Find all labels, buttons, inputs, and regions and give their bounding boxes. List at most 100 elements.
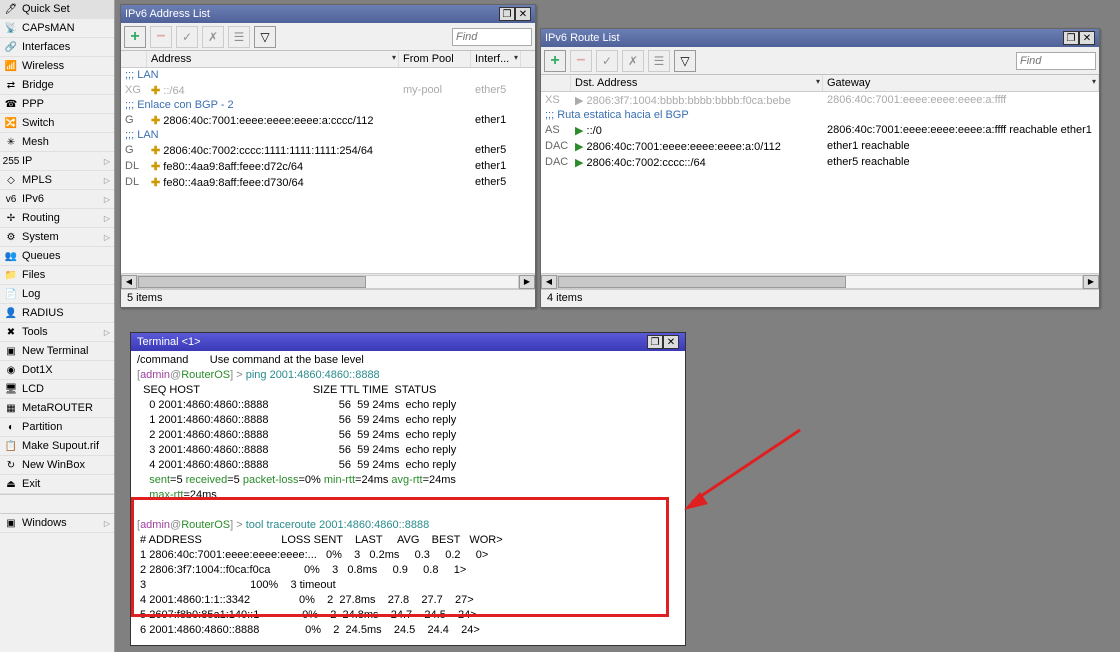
sidebar-item[interactable]: ☎PPP — [0, 95, 114, 114]
address-row[interactable]: DL✚ fe80::4aa9:8aff:feee:d730/64ether5 — [121, 174, 535, 190]
find-input[interactable] — [452, 28, 532, 46]
sidebar-item[interactable]: ▦MetaROUTER — [0, 399, 114, 418]
close-button[interactable]: ✕ — [663, 335, 679, 349]
row-comment: ;;; Ruta estatica hacia el BGP — [541, 108, 1099, 122]
ipv6-route-list-window: IPv6 Route List ❐ ✕ + − ✓ ✗ ☰ ▽ Dst. Add… — [540, 28, 1100, 308]
sidebar-item[interactable]: 👤RADIUS — [0, 304, 114, 323]
sidebar-label: Tools — [22, 326, 104, 338]
sidebar-item[interactable]: 📶Wireless — [0, 57, 114, 76]
sidebar-item[interactable]: ✢Routing▷ — [0, 209, 114, 228]
row-comment: ;;; LAN — [121, 128, 535, 142]
sidebar-item[interactable]: 📁Files — [0, 266, 114, 285]
sidebar-item[interactable]: ◇MPLS▷ — [0, 171, 114, 190]
row-comment: ;;; Enlace con BGP - 2 — [121, 98, 535, 112]
comment-button[interactable]: ☰ — [228, 26, 250, 48]
enable-button[interactable]: ✓ — [176, 26, 198, 48]
sidebar-icon: ⏏ — [4, 477, 18, 491]
arrow-annotation — [680, 420, 810, 520]
close-button[interactable]: ✕ — [1079, 31, 1095, 45]
address-row[interactable]: XG✚ ::/64my-poolether5 — [121, 82, 535, 98]
add-button[interactable]: + — [124, 26, 146, 48]
sidebar-label: LCD — [22, 383, 110, 395]
flag-cell: DAC — [541, 155, 571, 169]
route-row[interactable]: DAC▶ 2806:40c:7001:eeee:eeee:eeee:a:0/11… — [541, 138, 1099, 154]
sidebar-item[interactable]: ◉Dot1X — [0, 361, 114, 380]
sidebar-icon: 🖊 — [4, 2, 18, 16]
sidebar-item[interactable]: ▣New Terminal — [0, 342, 114, 361]
sidebar-icon: 🔀 — [4, 116, 18, 130]
sidebar-item[interactable]: 👥Queues — [0, 247, 114, 266]
sidebar-label: Queues — [22, 250, 110, 262]
pool-cell — [399, 149, 471, 151]
toolbar: + − ✓ ✗ ☰ ▽ — [121, 23, 535, 51]
gateway-cell: 2806:40c:7001:eeee:eeee:eeee:a:ffff — [823, 93, 1099, 107]
sidebar-item[interactable]: 📋Make Supout.rif — [0, 437, 114, 456]
sidebar-item[interactable]: 📄Log — [0, 285, 114, 304]
titlebar[interactable]: Terminal <1> ❐ ✕ — [131, 333, 685, 351]
sidebar-item[interactable]: ⇄Bridge — [0, 76, 114, 95]
col-address[interactable]: Address — [147, 51, 399, 67]
iface-cell: ether5 — [471, 143, 521, 157]
sidebar-item[interactable]: 🔗Interfaces — [0, 38, 114, 57]
restore-button[interactable]: ❐ — [499, 7, 515, 21]
route-row[interactable]: AS▶ ::/02806:40c:7001:eeee:eeee:eeee:a:f… — [541, 122, 1099, 138]
enable-button[interactable]: ✓ — [596, 50, 618, 72]
sidebar-label: IPv6 — [22, 193, 104, 205]
sidebar-item[interactable]: 255IP▷ — [0, 152, 114, 171]
plus-icon: ✚ — [151, 161, 160, 173]
sidebar-item[interactable]: 🖊Quick Set — [0, 0, 114, 19]
restore-button[interactable]: ❐ — [647, 335, 663, 349]
close-button[interactable]: ✕ — [515, 7, 531, 21]
sidebar-item[interactable]: 🔀Switch — [0, 114, 114, 133]
sidebar-label: Mesh — [22, 136, 110, 148]
route-grid[interactable]: Dst. Address Gateway XS▶ 2806:3f7:1004:b… — [541, 75, 1099, 273]
sidebar-item[interactable]: 🖥LCD — [0, 380, 114, 399]
sidebar-label: Wireless — [22, 60, 110, 72]
hscrollbar[interactable]: ◀▶ — [121, 273, 535, 289]
col-flags[interactable] — [121, 51, 147, 67]
disable-button[interactable]: ✗ — [202, 26, 224, 48]
sidebar-windows[interactable]: ▣ Windows ▷ — [0, 514, 114, 533]
address-row[interactable]: G✚ 2806:40c:7001:eeee:eeee:eeee:a:cccc/1… — [121, 112, 535, 128]
col-interface[interactable]: Interf... — [471, 51, 521, 67]
col-dst[interactable]: Dst. Address — [571, 75, 823, 91]
address-cell: ✚ fe80::4aa9:8aff:feee:d730/64 — [147, 175, 399, 190]
restore-button[interactable]: ❐ — [1063, 31, 1079, 45]
flag-cell: DL — [121, 175, 147, 189]
pool-cell — [399, 181, 471, 183]
route-row[interactable]: DAC▶ 2806:40c:7002:cccc::/64ether5 reach… — [541, 154, 1099, 170]
chevron-right-icon: ▷ — [104, 176, 110, 185]
disable-button[interactable]: ✗ — [622, 50, 644, 72]
remove-button[interactable]: − — [150, 26, 172, 48]
highlight-box — [131, 497, 669, 617]
remove-button[interactable]: − — [570, 50, 592, 72]
terminal-output[interactable]: /command Use command at the base level [… — [131, 351, 685, 645]
col-gateway[interactable]: Gateway — [823, 75, 1099, 91]
sidebar-item[interactable]: ◐Partition — [0, 418, 114, 437]
filter-button[interactable]: ▽ — [674, 50, 696, 72]
sidebar-item[interactable]: 📡CAPsMAN — [0, 19, 114, 38]
comment-button[interactable]: ☰ — [648, 50, 670, 72]
sidebar-label: Bridge — [22, 79, 110, 91]
sidebar-item[interactable]: ✖Tools▷ — [0, 323, 114, 342]
sidebar-item[interactable]: ⚙System▷ — [0, 228, 114, 247]
add-button[interactable]: + — [544, 50, 566, 72]
titlebar[interactable]: IPv6 Address List ❐ ✕ — [121, 5, 535, 23]
sidebar-item[interactable]: v6IPv6▷ — [0, 190, 114, 209]
hscrollbar[interactable]: ◀▶ — [541, 273, 1099, 289]
route-icon: ▶ — [575, 141, 583, 153]
col-from-pool[interactable]: From Pool — [399, 51, 471, 67]
titlebar[interactable]: IPv6 Route List ❐ ✕ — [541, 29, 1099, 47]
route-row[interactable]: XS▶ 2806:3f7:1004:bbbb:bbbb:bbbb:f0ca:be… — [541, 92, 1099, 108]
col-flags[interactable] — [541, 75, 571, 91]
sidebar-label: New WinBox — [22, 459, 110, 471]
sidebar-icon: 📡 — [4, 21, 18, 35]
sidebar-item[interactable]: ↻New WinBox — [0, 456, 114, 475]
address-grid[interactable]: Address From Pool Interf... ;;; LAN XG✚ :… — [121, 51, 535, 273]
filter-button[interactable]: ▽ — [254, 26, 276, 48]
sidebar-item[interactable]: ✳Mesh — [0, 133, 114, 152]
address-row[interactable]: G✚ 2806:40c:7002:cccc:1111:1111:1111:254… — [121, 142, 535, 158]
sidebar-item[interactable]: ⏏Exit — [0, 475, 114, 494]
find-input[interactable] — [1016, 52, 1096, 70]
address-row[interactable]: DL✚ fe80::4aa9:8aff:feee:d72c/64ether1 — [121, 158, 535, 174]
